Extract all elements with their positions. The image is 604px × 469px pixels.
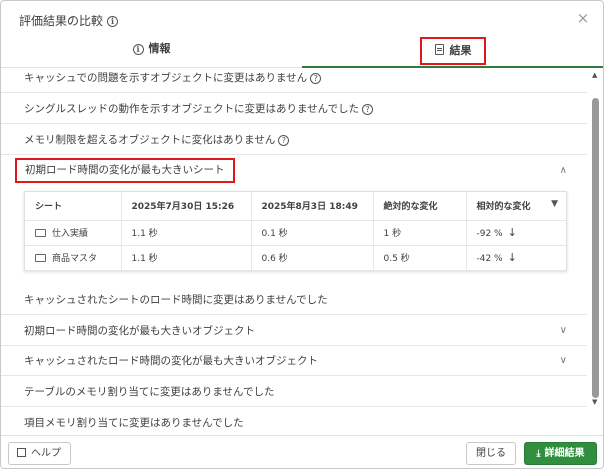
result-item[interactable]: キャッシュされたシートのロード時間に変更はありませんでした xyxy=(1,285,587,315)
relative-value: -92 % xyxy=(476,229,503,239)
result-item[interactable]: キャッシュでの問題を示すオブジェクトに変更はありません? xyxy=(1,68,587,93)
results-list: キャッシュでの問題を示すオブジェクトに変更はありません? シングルスレッドの動作… xyxy=(1,68,587,435)
compare-results-dialog: 評価結果の比較 i × i 情報 結果 キャッシュでの問題を示すオブジェクトに変更は… xyxy=(0,0,604,469)
arrow-down-icon: ↓ xyxy=(507,226,517,239)
detailed-results-label: 詳細結果 xyxy=(544,448,585,459)
tab-results-label: 結果 xyxy=(449,44,472,57)
sheet-icon xyxy=(35,229,46,237)
sheet-load-table: シート 2025年7月30日 15:26 2025年8月3日 18:49 絶対的… xyxy=(24,191,567,271)
cell-before: 1.1 秒 xyxy=(121,245,252,271)
result-item[interactable]: キャッシュされたロード時間の変化が最も大きいオブジェクト ∨ xyxy=(1,346,587,376)
cell-absolute: 1 秒 xyxy=(373,220,467,246)
tab-results[interactable]: 結果 xyxy=(302,37,603,68)
scroll-up-icon[interactable]: ▲ xyxy=(592,71,597,79)
dialog-title-text: 評価結果の比較 xyxy=(19,14,104,28)
expanded-section-title-text: 初期ロード時間の変化が最も大きいシート xyxy=(25,164,225,176)
result-item-label: キャッシュでの問題を示すオブジェクトに変更はありません xyxy=(24,72,308,84)
sheet-name: 仕入実績 xyxy=(52,229,89,239)
result-item-label: 項目メモリ割り当てに変更はありませんでした xyxy=(24,417,244,429)
dialog-title-bar: 評価結果の比較 i × xyxy=(1,1,603,37)
tab-info[interactable]: i 情報 xyxy=(1,37,302,68)
chevron-down-icon[interactable]: ∨ xyxy=(560,316,567,346)
download-icon: ⤓ xyxy=(536,449,541,459)
column-header-after[interactable]: 2025年8月3日 18:49 xyxy=(251,192,374,221)
scrollbar-thumb[interactable] xyxy=(592,98,599,398)
table-row: 仕入実績 1.1 秒 0.1 秒 1 秒 -92 % ↓ xyxy=(25,220,566,246)
column-header-before[interactable]: 2025年7月30日 15:26 xyxy=(121,192,252,221)
help-icon[interactable]: ? xyxy=(278,135,290,146)
document-icon xyxy=(434,44,444,55)
result-item-label: キャッシュされたロード時間の変化が最も大きいオブジェクト xyxy=(24,355,318,367)
help-icon[interactable]: ? xyxy=(310,73,322,84)
sheet-load-grid: シート 2025年7月30日 15:26 2025年8月3日 18:49 絶対的… xyxy=(25,192,566,271)
arrow-down-icon: ↓ xyxy=(507,251,517,264)
column-header-relative-label: 相対的な変化 xyxy=(476,202,531,213)
result-item[interactable]: メモリ制限を超えるオブジェクトに変化はありません? xyxy=(1,125,587,155)
column-header-absolute[interactable]: 絶対的な変化 xyxy=(373,192,467,221)
cell-absolute: 0.5 秒 xyxy=(373,245,467,271)
close-icon[interactable]: × xyxy=(575,10,591,26)
result-item[interactable]: 項目メモリ割り当てに変更はありませんでした xyxy=(1,408,587,435)
cell-after: 0.6 秒 xyxy=(251,245,374,271)
tab-bar: i 情報 結果 xyxy=(1,37,603,68)
help-button[interactable]: ヘルプ xyxy=(8,442,71,465)
result-item-label: シングルスレッドの動作を示すオブジェクトに変更はありませんでした xyxy=(24,103,360,115)
tab-results-highlight: 結果 xyxy=(420,37,486,65)
cell-relative: -92 % ↓ xyxy=(466,220,566,246)
cell-sheet-name: 商品マスタ xyxy=(25,245,122,271)
close-button-label: 閉じる xyxy=(476,448,506,459)
relative-value: -42 % xyxy=(476,254,503,264)
expanded-section-title[interactable]: 初期ロード時間の変化が最も大きいシート xyxy=(15,158,235,183)
column-header-sheet[interactable]: シート xyxy=(25,192,122,221)
column-header-relative[interactable]: 相対的な変化 ▼ xyxy=(466,192,566,221)
table-header-row: シート 2025年7月30日 15:26 2025年8月3日 18:49 絶対的… xyxy=(25,192,566,221)
sort-descending-icon[interactable]: ▼ xyxy=(551,199,558,209)
help-button-label: ヘルプ xyxy=(31,448,61,459)
cell-after: 0.1 秒 xyxy=(251,220,374,246)
cell-before: 1.1 秒 xyxy=(121,220,252,246)
info-icon: i xyxy=(132,44,144,55)
dialog-title: 評価結果の比較 i xyxy=(19,12,119,29)
close-button[interactable]: 閉じる xyxy=(466,442,516,465)
detailed-results-button[interactable]: ⤓ 詳細結果 xyxy=(524,442,597,465)
result-item-label: テーブルのメモリ割り当てに変更はありませんでした xyxy=(24,386,275,398)
chevron-down-icon[interactable]: ∨ xyxy=(560,346,567,376)
cell-relative: -42 % ↓ xyxy=(466,245,566,271)
scroll-down-icon[interactable]: ▼ xyxy=(592,398,597,406)
sheet-icon xyxy=(35,254,46,262)
result-item-label: メモリ制限を超えるオブジェクトに変化はありません xyxy=(24,134,276,146)
help-icon[interactable]: ? xyxy=(362,104,374,115)
vertical-scrollbar[interactable]: ▲ ▼ xyxy=(588,68,603,435)
result-item[interactable]: 初期ロード時間の変化が最も大きいオブジェクト ∨ xyxy=(1,316,587,346)
info-icon[interactable]: i xyxy=(107,16,119,27)
result-item-label: キャッシュされたシートのロード時間に変更はありませんでした xyxy=(24,294,328,306)
tab-info-label: 情報 xyxy=(148,42,171,55)
result-item-label: 初期ロード時間の変化が最も大きいオブジェクト xyxy=(24,325,255,337)
chevron-up-icon[interactable]: ∧ xyxy=(560,164,567,178)
cell-sheet-name: 仕入実績 xyxy=(25,220,122,246)
table-row: 商品マスタ 1.1 秒 0.6 秒 0.5 秒 -42 % ↓ xyxy=(25,245,566,271)
result-item[interactable]: テーブルのメモリ割り当てに変更はありませんでした xyxy=(1,377,587,407)
external-link-icon xyxy=(17,448,26,457)
dialog-footer: ヘルプ 閉じる ⤓ 詳細結果 xyxy=(1,435,603,468)
result-item[interactable]: シングルスレッドの動作を示すオブジェクトに変更はありませんでした? xyxy=(1,94,587,124)
sheet-name: 商品マスタ xyxy=(52,254,98,264)
